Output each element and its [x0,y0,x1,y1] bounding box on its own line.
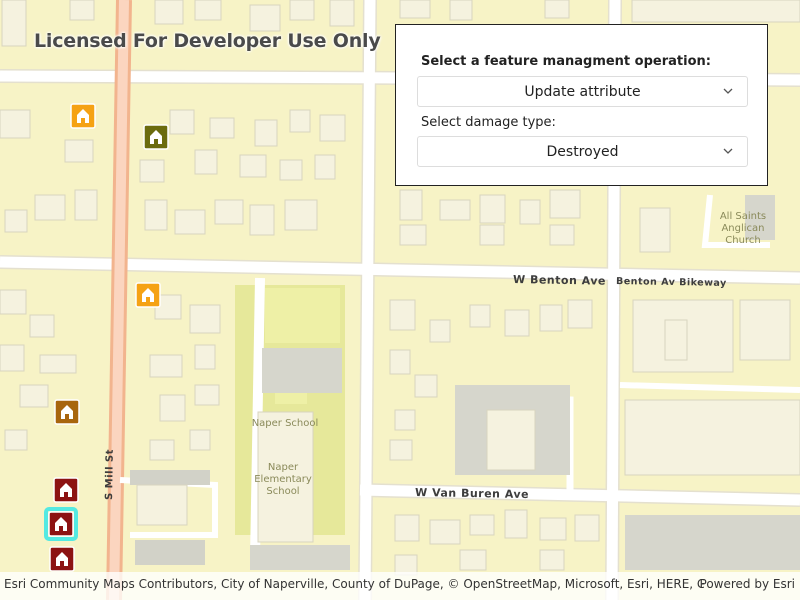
road-label-benton-bikeway: Benton Av Bikeway [616,276,727,289]
attribution-bar: Esri Community Maps Contributors, City o… [0,572,800,600]
feature-management-panel: Select a feature managment operation: Up… [395,24,768,186]
place-label-church-1: All Saints [720,211,766,222]
place-label-school-2: Elementary [254,474,312,485]
operation-select-value: Update attribute [524,84,641,100]
damage-marker[interactable] [53,477,79,503]
operation-label: Select a feature managment operation: [421,54,711,69]
operation-select[interactable]: Update attribute [417,76,748,107]
damage-type-select-value: Destroyed [546,144,619,160]
chevron-down-icon [723,88,733,94]
chevron-down-icon [723,148,733,154]
place-label-church-2: Anglican [721,223,764,234]
place-label-naper-school: Naper School [252,418,319,429]
road-label-w-van-buren: W Van Buren Ave [415,486,529,501]
powered-by-esri[interactable]: Powered by Esri [700,577,795,591]
road-label-s-mill: S Mill St [104,449,116,500]
attribution-text: Esri Community Maps Contributors, City o… [4,577,704,591]
damage-type-label: Select damage type: [421,115,556,130]
damage-marker[interactable] [135,282,161,308]
place-label-school-3: School [266,486,299,497]
damage-marker[interactable] [143,124,169,150]
damage-marker-selected[interactable] [44,507,78,541]
damage-marker[interactable] [70,103,96,129]
place-label-school-1: Naper [268,462,299,473]
damage-marker[interactable] [54,399,80,425]
damage-marker[interactable] [49,546,75,572]
damage-type-select[interactable]: Destroyed [417,136,748,167]
place-label-church-3: Church [725,235,760,246]
developer-watermark: Licensed For Developer Use Only [34,30,381,52]
road-label-w-benton: W Benton Ave [513,273,606,288]
